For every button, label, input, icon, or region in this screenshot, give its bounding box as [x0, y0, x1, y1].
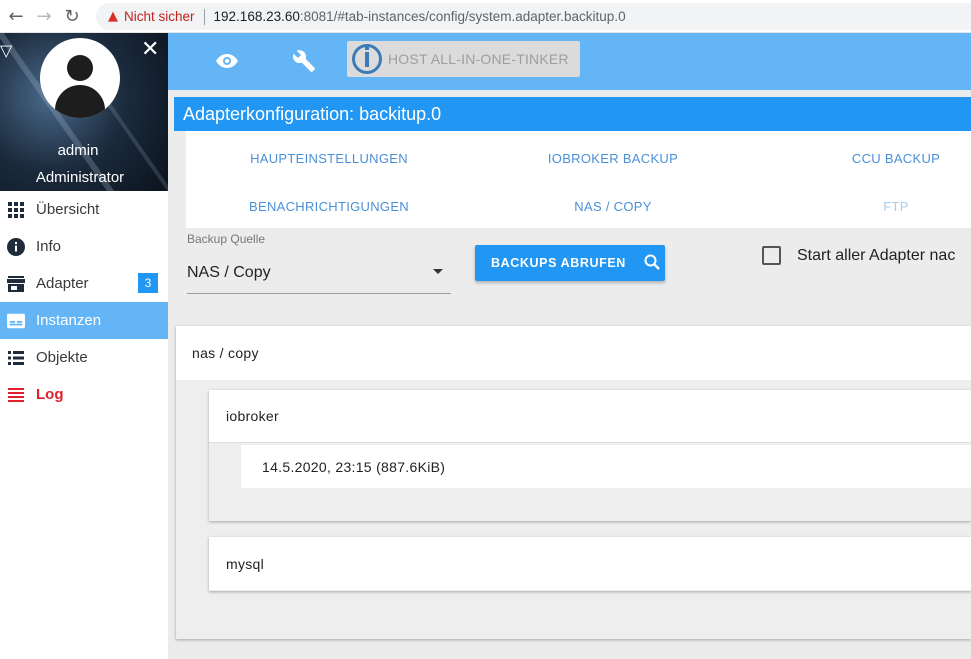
- backup-source-select[interactable]: NAS / Copy: [187, 252, 451, 294]
- avatar-head: [67, 55, 93, 81]
- host-selector-button[interactable]: HOST ALL-IN-ONE-TINKER: [347, 41, 580, 77]
- backup-source-value: NAS / Copy: [187, 263, 271, 281]
- sidebar-item-overview[interactable]: Übersicht: [0, 191, 168, 228]
- sidebar-menu: Übersicht Info Adapter 3 Instanzen Objek…: [0, 191, 168, 413]
- info-icon: [7, 237, 25, 256]
- tab-nas-copy[interactable]: NAS / COPY: [513, 199, 713, 214]
- sidebar-item-log[interactable]: Log: [0, 376, 168, 413]
- eye-icon[interactable]: [211, 45, 243, 77]
- sidebar-item-instances[interactable]: Instanzen: [0, 302, 168, 339]
- back-arrow-icon[interactable]: ←: [4, 4, 28, 28]
- security-label[interactable]: Nicht sicher: [124, 9, 195, 24]
- host-label: HOST ALL-IN-ONE-TINKER: [388, 51, 569, 67]
- sidebar-item-label: Info: [36, 238, 62, 255]
- sidebar-item-info[interactable]: Info: [0, 228, 168, 265]
- wrench-icon[interactable]: [288, 45, 320, 77]
- backup-section-header[interactable]: mysql: [209, 537, 971, 590]
- adapter-update-badge: 3: [138, 273, 158, 293]
- user-role: Administrator: [35, 169, 125, 186]
- instances-icon: [7, 312, 25, 330]
- user-name: admin: [57, 142, 99, 159]
- backup-entry[interactable]: 14.5.2020, 23:15 (887.6KiB): [241, 445, 971, 488]
- backup-group-header[interactable]: nas / copy: [176, 326, 971, 380]
- tab-ccu-backup[interactable]: CCU BACKUP: [796, 151, 971, 166]
- url-path: :8081/#tab-instances/config/system.adapt…: [299, 9, 626, 24]
- iobroker-logo-icon: [352, 44, 382, 74]
- sidebar-item-adapter[interactable]: Adapter 3: [0, 265, 168, 302]
- list-icon: [7, 349, 25, 367]
- tab-notifications[interactable]: BENACHRICHTIGUNGEN: [229, 199, 429, 214]
- close-icon[interactable]: ✕: [141, 37, 159, 62]
- tab-main-settings[interactable]: HAUPTEINSTELLUNGEN: [229, 151, 429, 166]
- backup-section-header[interactable]: iobroker: [209, 390, 971, 443]
- browser-toolbar: ← → ↻ ▲ Nicht sicher 192.168.23.60 :8081…: [0, 0, 971, 33]
- fetch-backups-button[interactable]: BACKUPS ABRUFEN: [475, 245, 665, 281]
- sidebar: ▽ ✕ admin Administrator Übersicht Info A…: [0, 33, 168, 659]
- log-lines-icon: [7, 386, 25, 404]
- address-bar[interactable]: ▲ Nicht sicher 192.168.23.60 :8081/#tab-…: [96, 3, 971, 30]
- store-icon: [7, 275, 25, 293]
- sidebar-item-label: Adapter: [36, 275, 89, 292]
- tab-ftp[interactable]: FTP: [796, 199, 971, 214]
- fetch-backups-label: BACKUPS ABRUFEN: [491, 256, 626, 270]
- avatar-body: [55, 85, 105, 118]
- backup-section-mysql: mysql: [209, 537, 971, 591]
- avatar: [40, 38, 120, 118]
- forward-arrow-icon[interactable]: →: [32, 4, 56, 28]
- start-all-adapters-label: Start aller Adapter nac: [797, 247, 956, 264]
- sidebar-item-label: Instanzen: [36, 312, 102, 329]
- main-content: Adapterkonfiguration: backitup.0 HAUPTEI…: [168, 90, 971, 659]
- warning-icon[interactable]: ▲: [108, 9, 118, 24]
- backup-section-iobroker: iobroker 14.5.2020, 23:15 (887.6KiB): [209, 390, 971, 521]
- tab-iobroker-backup[interactable]: IOBROKER BACKUP: [513, 151, 713, 166]
- url-host: 192.168.23.60: [213, 9, 300, 24]
- search-icon: [644, 254, 660, 273]
- sidebar-item-objects[interactable]: Objekte: [0, 339, 168, 376]
- profile-header: ▽ ✕ admin Administrator: [0, 33, 168, 191]
- address-separator: [203, 8, 205, 25]
- apps-grid-icon: [7, 201, 25, 219]
- dropdown-arrow-icon: [433, 269, 443, 274]
- reload-icon[interactable]: ↻: [60, 4, 84, 28]
- backup-source-label: Backup Quelle: [187, 232, 266, 246]
- sidebar-item-label: Objekte: [36, 349, 88, 366]
- menu-toggle-icon[interactable]: ▽: [0, 41, 12, 60]
- page-title: Adapterkonfiguration: backitup.0: [174, 97, 971, 131]
- sidebar-item-label: Übersicht: [36, 201, 100, 218]
- config-tabs: HAUPTEINSTELLUNGEN IOBROKER BACKUP CCU B…: [186, 131, 971, 228]
- sidebar-item-label: Log: [36, 386, 64, 403]
- top-toolbar: HOST ALL-IN-ONE-TINKER: [168, 33, 971, 90]
- backup-results-card: nas / copy iobroker 14.5.2020, 23:15 (88…: [176, 326, 971, 639]
- start-all-adapters-checkbox[interactable]: [762, 246, 781, 265]
